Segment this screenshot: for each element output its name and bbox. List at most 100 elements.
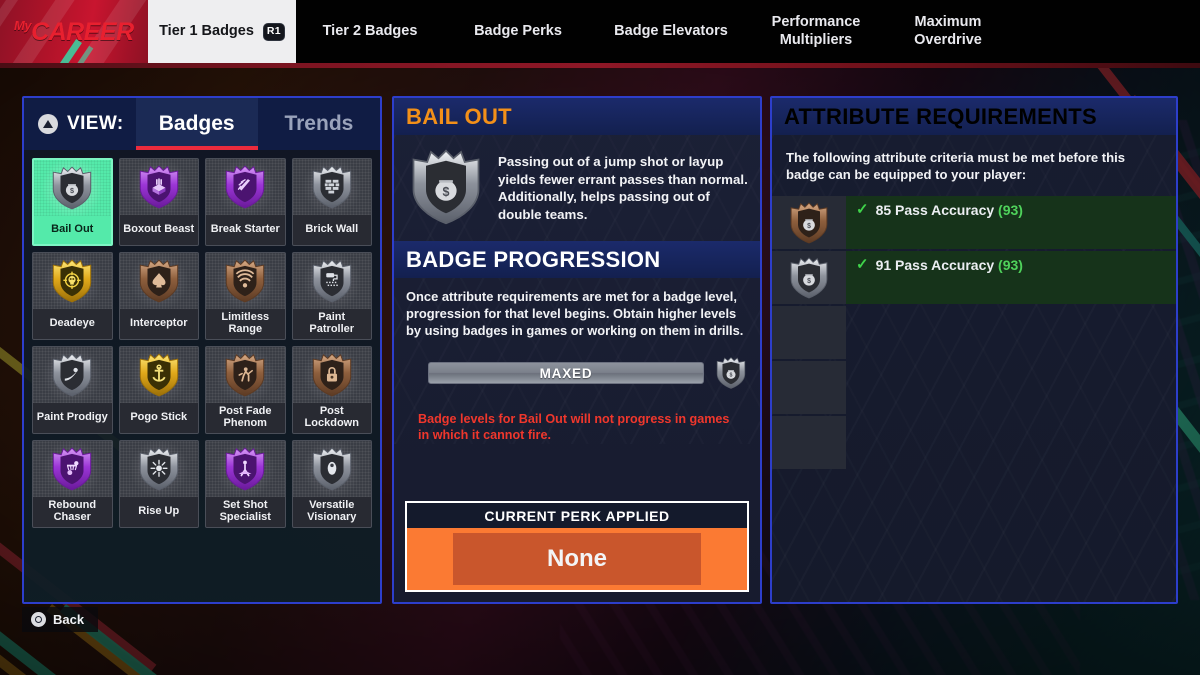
tab-badge-perks[interactable]: Badge Perks: [444, 0, 592, 63]
badge-tile-post-fade-phenom[interactable]: Post Fade Phenom: [205, 346, 286, 434]
nav-underline-accent: [0, 63, 1200, 68]
view-tab-badges[interactable]: Badges: [135, 98, 259, 150]
attribute-requirements-panel: ATTRIBUTE REQUIREMENTS The following att…: [770, 96, 1178, 604]
requirement-current-value: (93): [998, 257, 1023, 274]
padlock-icon: [292, 347, 371, 403]
attribute-requirement-row: [772, 306, 1176, 360]
fadeaway-icon: [206, 347, 285, 403]
spade-hand-icon: [119, 253, 198, 309]
attribute-requirement-body: ✓ 91 Pass Accuracy (93): [846, 251, 1176, 305]
attribute-requirement-body: [846, 361, 1176, 414]
view-label-group: VIEW:: [24, 98, 136, 150]
badge-tile-label: Rebound Chaser: [33, 497, 112, 527]
money-bag-icon: $: [772, 251, 846, 305]
box-hands-icon: [119, 159, 198, 215]
back-button-label: Back: [53, 612, 85, 627]
badge-warning-text: Badge levels for Bail Out will not progr…: [418, 412, 730, 443]
requirement-current-value: (93): [998, 202, 1023, 219]
badge-tile-paint-prodigy[interactable]: Paint Prodigy: [32, 346, 113, 434]
badge-tile-break-starter[interactable]: Break Starter: [205, 158, 286, 246]
money-bag-icon: $: [34, 160, 111, 216]
badge-browser-panel: VIEW: Badges Trends $ Bail Out Boxout Be…: [22, 96, 382, 604]
tab-maximum-overdrive[interactable]: Maximum Overdrive: [882, 0, 1014, 63]
tab-maximum-overdrive-label: Maximum Overdrive: [914, 13, 982, 48]
tab-performance-multipliers-label: Performance Multipliers: [771, 13, 861, 48]
badge-progression-title: BADGE PROGRESSION: [406, 246, 661, 272]
badge-progression-header: BADGE PROGRESSION: [394, 241, 760, 278]
badge-tile-rise-up[interactable]: Rise Up: [118, 440, 199, 528]
tab-badge-elevators-label: Badge Elevators: [614, 22, 728, 39]
badge-title-header: BAIL OUT: [394, 98, 760, 135]
badge-tile-bail-out[interactable]: $ Bail Out: [32, 158, 113, 246]
attribute-requirements-body: The following attribute criteria must be…: [772, 135, 1176, 602]
mycareer-logo: MyCAREER: [0, 0, 148, 63]
badge-tile-label: Deadeye: [33, 309, 112, 339]
attribute-requirement-body: ✓ 85 Pass Accuracy (93): [846, 196, 1176, 250]
badge-tile-brick-wall[interactable]: Brick Wall: [291, 158, 372, 246]
badge-tile-label: Versatile Visionary: [292, 497, 371, 527]
badge-tile-pogo-stick[interactable]: Pogo Stick: [118, 346, 199, 434]
attribute-requirements-header: ATTRIBUTE REQUIREMENTS: [772, 98, 1176, 135]
top-navigation-bar: MyCAREER Tier 1 Badges R1 Tier 2 Badges …: [0, 0, 1200, 63]
badge-progression-text: Once attribute requirements are met for …: [406, 289, 744, 339]
badge-description-text: Passing out of a jump shot or layup yiel…: [498, 154, 748, 223]
current-perk-header: CURRENT PERK APPLIED: [407, 503, 747, 528]
current-perk-panel[interactable]: CURRENT PERK APPLIED None: [405, 501, 749, 592]
badge-tile-label: Post Lockdown: [292, 403, 371, 433]
empty-badge-slot: [772, 306, 846, 360]
tab-tier-2-badges-label: Tier 2 Badges: [322, 22, 418, 39]
badge-tile-rebound-chaser[interactable]: Rebound Chaser: [32, 440, 113, 528]
badge-progression-section: Once attribute requirements are met for …: [394, 278, 760, 445]
set-shot-icon: [206, 441, 285, 497]
badge-tile-boxout-beast[interactable]: Boxout Beast: [118, 158, 199, 246]
badge-title-text: BAIL OUT: [406, 103, 512, 129]
badge-tile-label: Brick Wall: [292, 215, 371, 245]
view-tab-trends-label: Trends: [284, 112, 354, 135]
attribute-requirements-list: $ ✓ 85 Pass Accuracy (93) $ ✓ 91 Pass Accu…: [772, 196, 1176, 470]
tab-tier-1-badges[interactable]: Tier 1 Badges R1: [148, 0, 296, 63]
back-button[interactable]: Back: [22, 607, 99, 632]
badge-tile-label: Interceptor: [119, 309, 198, 339]
skull-target-icon: [33, 253, 112, 309]
nav-tab-list: Tier 1 Badges R1 Tier 2 Badges Badge Per…: [148, 0, 1200, 63]
badge-tile-set-shot-specialist[interactable]: Set Shot Specialist: [205, 440, 286, 528]
tab-badge-elevators[interactable]: Badge Elevators: [592, 0, 750, 63]
view-tab-trends[interactable]: Trends: [258, 98, 380, 150]
badge-tile-interceptor[interactable]: Interceptor: [118, 252, 199, 340]
attribute-requirement-row: [772, 416, 1176, 470]
tab-tier-1-badges-label: Tier 1 Badges: [159, 22, 254, 39]
empty-badge-slot: [772, 361, 846, 415]
badge-tile-label: Paint Prodigy: [33, 403, 112, 433]
badge-progress-bar: MAXED: [428, 362, 704, 385]
view-tab-badges-label: Badges: [158, 112, 235, 135]
badge-tile-paint-patroller[interactable]: Paint Patroller: [291, 252, 372, 340]
badge-tile-deadeye[interactable]: Deadeye: [32, 252, 113, 340]
attribute-requirement-row: [772, 361, 1176, 415]
requirement-text: 91 Pass Accuracy (93): [876, 257, 1023, 273]
badge-detail-panel: BAIL OUT $ Passing out of a jump shot or…: [392, 96, 762, 604]
view-label-text: VIEW:: [67, 113, 124, 134]
svg-text:$: $: [807, 222, 811, 229]
brick-wall-icon: [292, 159, 371, 215]
badge-tile-label: Set Shot Specialist: [206, 497, 285, 527]
mycareer-logo-text: MyCAREER: [14, 18, 134, 47]
badge-progress-value: MAXED: [539, 365, 593, 381]
badge-tile-post-lockdown[interactable]: Post Lockdown: [291, 346, 372, 434]
current-perk-body: None: [407, 528, 747, 590]
progress-row: MAXED $: [406, 356, 748, 390]
tab-tier-2-badges[interactable]: Tier 2 Badges: [296, 0, 444, 63]
requirement-text: 85 Pass Accuracy (93): [876, 202, 1023, 218]
attribute-requirement-body: [846, 306, 1176, 359]
badge-tile-versatile-visionary[interactable]: Versatile Visionary: [291, 440, 372, 528]
signal-waves-icon: [206, 253, 285, 309]
circle-button-icon: [31, 612, 46, 627]
logo-career-text: CAREER: [31, 18, 134, 46]
badge-tile-label: Bail Out: [51, 222, 94, 235]
badge-detail-icon: $: [406, 147, 488, 227]
badge-tile-limitless-range[interactable]: Limitless Range: [205, 252, 286, 340]
badge-tile-label: Break Starter: [206, 215, 285, 245]
requirement-met-check-icon: ✓: [856, 256, 869, 274]
attribute-requirements-intro: The following attribute criteria must be…: [786, 150, 1126, 183]
svg-text:$: $: [730, 373, 733, 379]
tab-performance-multipliers[interactable]: Performance Multipliers: [750, 0, 882, 63]
